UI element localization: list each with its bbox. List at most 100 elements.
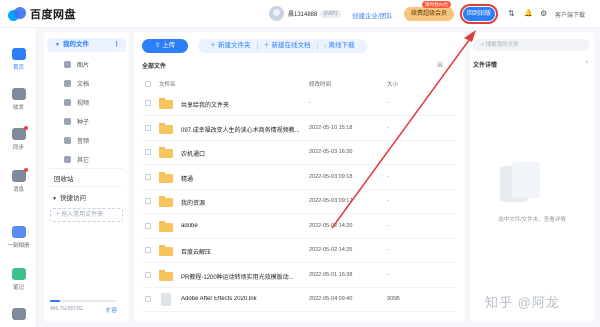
row-checkbox[interactable] bbox=[145, 222, 151, 229]
sidebar-item-videos[interactable]: 视频 bbox=[64, 98, 89, 107]
rail-label: 消息 bbox=[12, 187, 24, 193]
inbox-icon bbox=[11, 88, 26, 100]
username[interactable]: 晨1314888 bbox=[288, 9, 317, 18]
sidebar-item-other[interactable]: 其它 bbox=[64, 155, 89, 164]
column-size[interactable]: 大小 bbox=[387, 80, 398, 88]
row-checkbox[interactable] bbox=[145, 198, 151, 204]
folder-icon bbox=[159, 196, 173, 207]
renew-vip-button[interactable]: 续费超级会员 bbox=[404, 7, 454, 21]
column-name[interactable]: 文件名 bbox=[159, 80, 176, 88]
apps-icon bbox=[11, 308, 26, 320]
sidebar-item-label: 其它 bbox=[77, 158, 90, 164]
table-row[interactable]: 百度云解压 2022-05-02 14:25 - bbox=[142, 239, 457, 263]
file-name[interactable]: PR教程-1200种运动转场实用光效模版动... bbox=[181, 272, 306, 281]
sidebar-item-my-files[interactable]: ▼ 我的文件 ⋮ bbox=[47, 38, 126, 52]
avatar[interactable] bbox=[269, 6, 284, 21]
table-row[interactable]: PR教程-1200种运动转场实用光效模版动... 2022-05-01 16:38… bbox=[142, 264, 457, 288]
table-row[interactable]: 农机通口 2022-05-03 16:30 - bbox=[142, 141, 457, 165]
upload-button[interactable]: ⇧ 上传 bbox=[142, 39, 188, 53]
file-name[interactable]: 097.成幸福改变人生的读心术商务情视频教... bbox=[181, 125, 306, 134]
transfer-icon[interactable]: ⇅ bbox=[508, 9, 515, 19]
download-client-link[interactable]: 客户端下载 bbox=[555, 10, 585, 19]
sidebar-item-label: 音频 bbox=[77, 139, 90, 145]
back-to-old-version-button[interactable]: 回到旧版 bbox=[460, 4, 498, 24]
watermark: 知乎 @阿龙 bbox=[485, 295, 560, 310]
document-icon bbox=[64, 80, 71, 87]
rail-label: 笔记 bbox=[12, 285, 24, 291]
select-all-checkbox[interactable] bbox=[145, 81, 151, 87]
rail-apps[interactable] bbox=[0, 308, 37, 323]
app-logo[interactable]: 百度网盘 bbox=[8, 6, 76, 22]
row-checkbox[interactable] bbox=[145, 271, 151, 278]
rail-label: 首页 bbox=[12, 65, 24, 71]
more-icon[interactable]: ⋮ bbox=[114, 38, 121, 52]
table-row[interactable]: 共享给我的文件夹 - - bbox=[142, 92, 457, 116]
caret-down-icon: ▼ bbox=[52, 196, 57, 202]
sidebar-item-torrents[interactable]: 种子 bbox=[64, 117, 89, 126]
search-input[interactable]: ⌕ 搜索我的文件 bbox=[473, 39, 590, 51]
image-icon bbox=[64, 61, 71, 68]
quick-access-label: 快捷访问 bbox=[59, 195, 86, 202]
offline-download-label: 离线下载 bbox=[328, 42, 355, 49]
file-name[interactable]: 百度云解压 bbox=[181, 247, 306, 256]
file-size: - bbox=[387, 222, 389, 229]
modified-time: - bbox=[309, 100, 311, 106]
row-checkbox[interactable] bbox=[145, 247, 151, 253]
bell-icon[interactable]: 🔔 bbox=[524, 9, 533, 19]
file-name[interactable]: 精通 bbox=[181, 174, 306, 183]
sidebar: ▼ 我的文件 ⋮ 图片 文档 视频 种子 音频 其它 回收站 ▼ 快捷访问 + 拖入… bbox=[44, 32, 129, 322]
music-icon bbox=[64, 137, 71, 144]
file-name[interactable]: Adobe After Effects 2020.lnk bbox=[181, 296, 306, 302]
table-row[interactable]: 精通 2022-05-03 09:18 - bbox=[142, 166, 457, 190]
create-team-link[interactable]: 创建企业/团队 bbox=[352, 10, 393, 20]
file-name[interactable]: 农机通口 bbox=[181, 149, 306, 158]
rail-label: 同步 bbox=[12, 145, 24, 151]
sidebar-item-docs[interactable]: 文档 bbox=[64, 79, 89, 88]
rail-messages[interactable]: 消息 bbox=[0, 168, 37, 193]
row-checkbox[interactable] bbox=[145, 124, 151, 131]
user-info[interactable]: 晨1314888 SVIP1 bbox=[269, 6, 341, 21]
add-quick-access-dropzone[interactable]: + 拖入常用文件夹 bbox=[50, 208, 123, 222]
sidebar-item-images[interactable]: 图片 bbox=[64, 60, 89, 69]
table-row[interactable]: Adobe After Effects 2020.lnk 2022-05-04 0… bbox=[142, 288, 457, 312]
table-row[interactable]: 我的资源 2022-05-03 09:17 - bbox=[142, 190, 457, 214]
file-name[interactable]: 共享给我的文件夹 bbox=[181, 100, 306, 109]
row-checkbox[interactable] bbox=[145, 100, 151, 106]
rail-notes[interactable]: 笔记 bbox=[0, 268, 37, 291]
rail-album[interactable]: 一刻相册 bbox=[0, 226, 37, 249]
settings-icon[interactable]: ⚙ bbox=[540, 9, 547, 19]
new-online-doc-label: 新建在线文档 bbox=[271, 42, 311, 49]
expand-storage-link[interactable]: 扩容 bbox=[106, 306, 117, 314]
file-name[interactable]: 我的资源 bbox=[181, 198, 306, 207]
new-online-doc-button[interactable]: ＋新建在线文档 bbox=[258, 42, 318, 50]
grid-view-icon[interactable]: ⊞ bbox=[437, 61, 443, 69]
collapse-icon[interactable]: ‹ bbox=[586, 59, 588, 66]
folder-icon bbox=[159, 220, 173, 232]
toolbar: ⇧ 上传 ＋新建文件夹 ＋新建在线文档 ↓ 离线下载 bbox=[142, 39, 367, 53]
search-placeholder: 搜索我的文件 bbox=[485, 42, 519, 48]
breadcrumb[interactable]: 全部文件 bbox=[142, 61, 166, 70]
rail-transfer[interactable]: 收发 bbox=[0, 88, 37, 111]
offline-download-button[interactable]: ↓ 离线下载 bbox=[318, 42, 361, 50]
table-row[interactable]: adobe 2022-05-02 14:20 - bbox=[142, 215, 457, 239]
rail-label: 收发 bbox=[12, 105, 24, 111]
divider bbox=[50, 186, 123, 187]
table-row[interactable]: 097.成幸福改变人生的读心术商务情视频教... 2022-05-10 15:18… bbox=[142, 117, 457, 141]
folder-icon bbox=[159, 122, 173, 134]
sidebar-item-audio[interactable]: 音频 bbox=[64, 136, 89, 145]
file-size: - bbox=[387, 173, 389, 180]
rail-home[interactable]: 首页 bbox=[0, 48, 37, 71]
sidebar-item-recycle-bin[interactable]: 回收站 bbox=[54, 173, 74, 183]
column-time[interactable]: 修改时间 bbox=[309, 80, 331, 88]
rail-sync[interactable]: 同步 bbox=[0, 126, 37, 151]
quick-access-header[interactable]: ▼ 快捷访问 bbox=[52, 192, 86, 202]
file-name[interactable]: adobe bbox=[181, 223, 306, 229]
new-folder-button[interactable]: ＋新建文件夹 bbox=[204, 42, 258, 50]
modified-time: 2022-05-02 14:25 bbox=[309, 247, 353, 253]
row-checkbox[interactable] bbox=[145, 149, 151, 155]
quota-fill bbox=[50, 300, 60, 302]
row-checkbox[interactable] bbox=[145, 296, 151, 302]
row-checkbox[interactable] bbox=[145, 173, 151, 180]
file-size: - bbox=[387, 100, 389, 106]
folder-icon bbox=[159, 171, 173, 183]
